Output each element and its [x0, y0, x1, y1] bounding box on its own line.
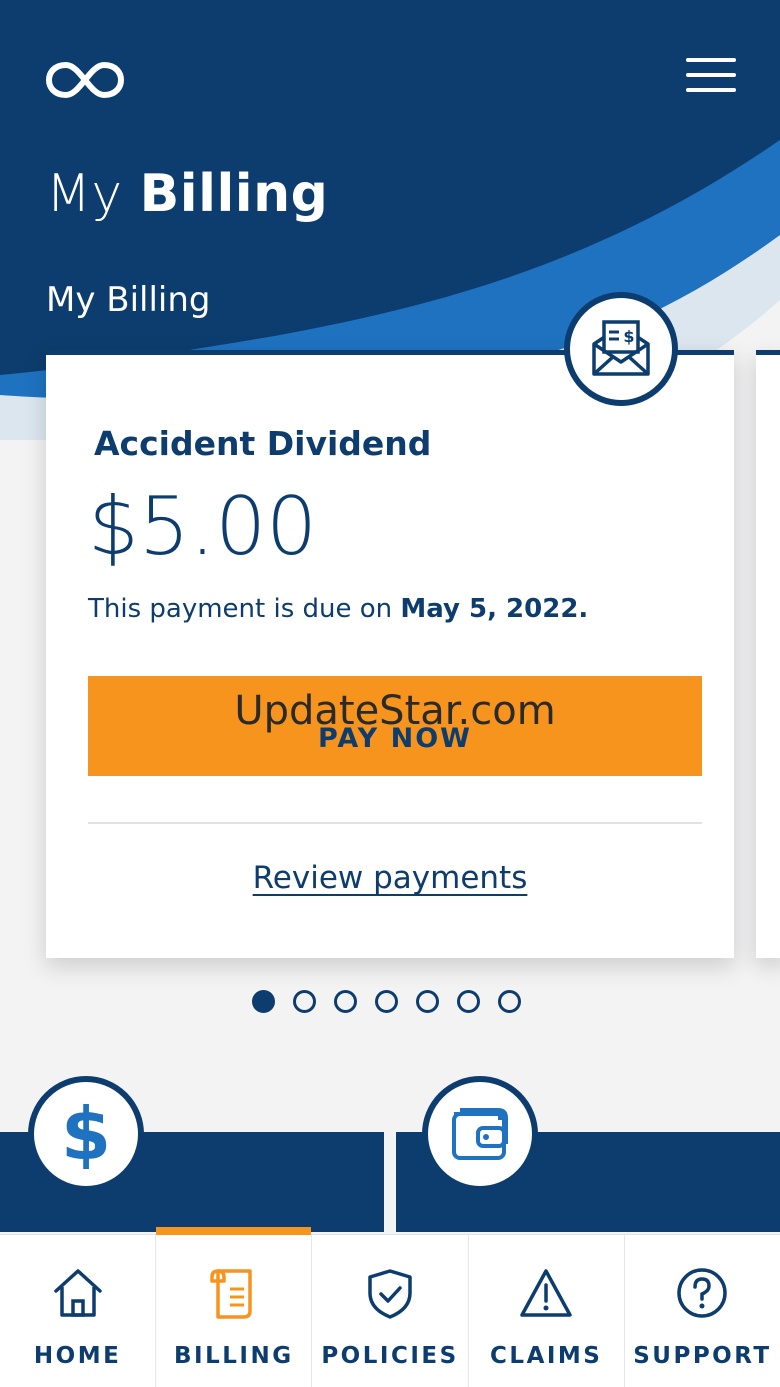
card-divider — [88, 822, 702, 824]
shield-check-icon — [368, 1269, 412, 1319]
nav-policies[interactable]: POLICIES — [312, 1235, 469, 1387]
page-title: My Billing — [46, 164, 329, 224]
carousel-dot[interactable] — [252, 990, 275, 1013]
wallet-icon — [452, 1108, 508, 1160]
billing-document-icon — [210, 1269, 252, 1319]
svg-text:$: $ — [623, 327, 634, 346]
wallet-badge[interactable] — [422, 1076, 538, 1192]
hamburger-menu-icon[interactable] — [686, 58, 736, 94]
pay-now-label: PAY NOW — [318, 723, 472, 754]
home-icon — [53, 1269, 102, 1317]
nav-billing-label: BILLING — [174, 1343, 294, 1369]
envelope-bill-icon: $ — [592, 320, 650, 376]
nav-home[interactable]: HOME — [0, 1235, 157, 1387]
nav-claims-label: CLAIMS — [490, 1343, 603, 1369]
svg-text:$: $ — [61, 1099, 111, 1169]
nav-home-label: HOME — [33, 1343, 122, 1369]
amount-due: $5.00 — [88, 480, 318, 573]
nav-policies-label: POLICIES — [321, 1343, 459, 1369]
bottom-nav: HOME BILLING POLICIES CLAIMS SUPPORT — [0, 1227, 780, 1387]
dollar-icon: $ — [61, 1099, 111, 1169]
question-circle-icon — [677, 1268, 728, 1318]
billing-card: Accident Dividend $5.00 This payment is … — [46, 350, 734, 958]
carousel-dot[interactable] — [457, 990, 480, 1013]
section-label: My Billing — [46, 280, 211, 320]
carousel-dot[interactable] — [498, 990, 521, 1013]
review-payments-link[interactable]: Review payments — [46, 860, 734, 896]
warning-triangle-icon — [520, 1269, 572, 1317]
carousel-dot[interactable] — [293, 990, 316, 1013]
policy-name: Accident Dividend — [94, 424, 432, 463]
carousel-dots — [252, 990, 521, 1013]
envelope-bill-badge: $ — [564, 292, 678, 406]
nav-support-label: SUPPORT — [633, 1343, 772, 1369]
nav-support[interactable]: SUPPORT — [625, 1235, 780, 1387]
next-billing-card[interactable] — [756, 350, 780, 958]
due-date: May 5, 2022. — [400, 594, 589, 624]
infinity-logo-icon[interactable] — [46, 60, 124, 100]
pay-now-button[interactable]: UpdateStar.com PAY NOW — [88, 676, 702, 776]
carousel-dot[interactable] — [416, 990, 439, 1013]
carousel-dot[interactable] — [334, 990, 357, 1013]
nav-claims[interactable]: CLAIMS — [469, 1235, 625, 1387]
nav-billing[interactable]: BILLING — [156, 1227, 313, 1387]
dollar-badge[interactable]: $ — [28, 1076, 144, 1192]
due-date-text: This payment is due on May 5, 2022. — [88, 594, 589, 624]
carousel-dot[interactable] — [375, 990, 398, 1013]
